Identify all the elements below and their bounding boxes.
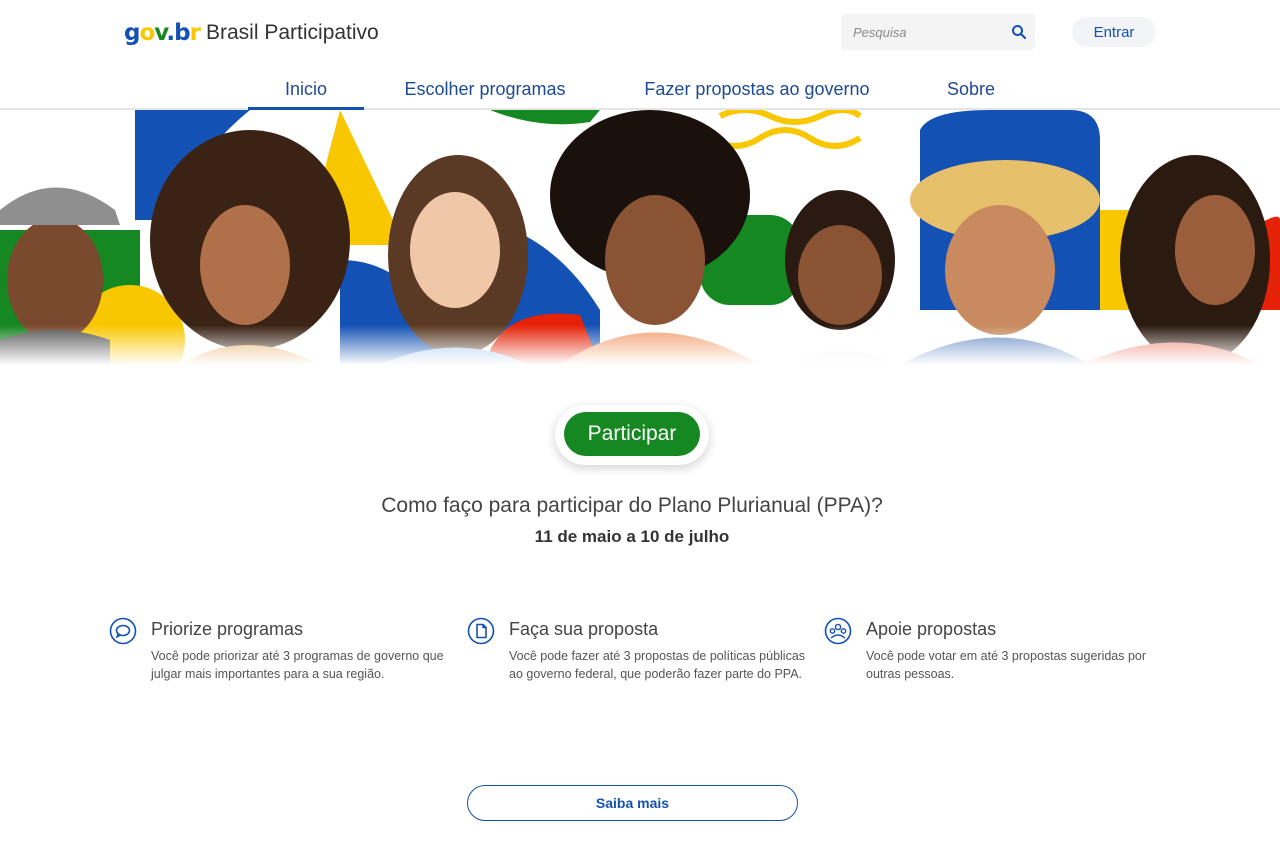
logo-letter: b [174,20,191,46]
feature-description: Você pode votar em até 3 propostas suger… [866,649,1147,681]
feature-title: Faça sua proposta [509,619,659,639]
ppa-question: Como faço para participar do Plano Pluri… [381,494,883,517]
feature-description: Você pode priorizar até 3 programas de g… [151,649,444,681]
feature-title: Apoie propostas [866,619,997,639]
site-title[interactable]: Brasil Participativo [206,21,379,45]
feature-description: Você pode fazer até 3 propostas de polít… [509,649,806,681]
banner-fade [0,325,1280,365]
tab-inicio[interactable]: Inicio [248,70,364,110]
logo-letter: g [124,20,141,46]
site-header: gov.br Brasil Participativo Entrar Inici… [0,0,1280,110]
logo-letter: v [154,20,167,46]
logo-letter: o [139,20,155,46]
logo-letter: . [166,20,175,46]
participar-button[interactable]: Participar [564,412,700,456]
search-box [841,14,1035,50]
logo-letter: r [189,20,201,46]
participar-button-wrap: Participar [555,405,709,465]
govbr-logo[interactable]: gov.br [124,20,201,46]
main-nav: Inicio Escolher programas Fazer proposta… [0,70,1280,110]
shape-yellow-wave [718,110,862,125]
participation-dates: 11 de maio a 10 de julho [534,527,730,546]
tab-sobre[interactable]: Sobre [930,70,1012,110]
search-icon[interactable] [1011,24,1027,40]
tab-escolher-programas[interactable]: Escolher programas [388,70,582,110]
saiba-mais-button[interactable]: Saiba mais [467,785,798,821]
document-icon [467,617,495,645]
shape-green [490,110,600,125]
feature-title: Priorize programas [151,619,304,639]
chat-bubble-icon [109,617,137,645]
hero-banner [0,110,1280,365]
people-group-icon [824,617,852,645]
tab-fazer-propostas[interactable]: Fazer propostas ao governo [628,70,886,110]
login-button[interactable]: Entrar [1072,17,1156,47]
search-input[interactable] [841,14,1006,50]
